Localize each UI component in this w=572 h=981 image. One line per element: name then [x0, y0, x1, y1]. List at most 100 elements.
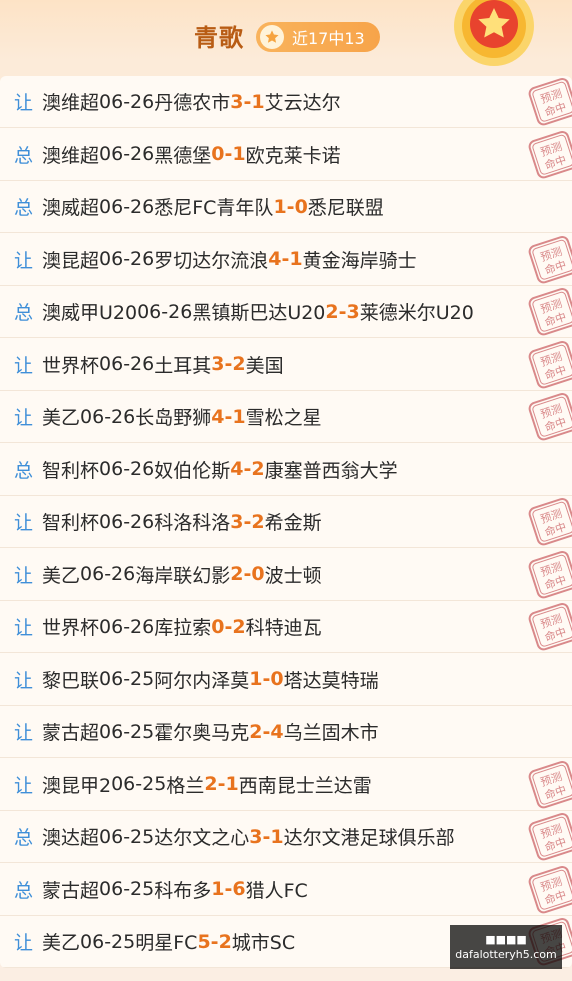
bet-type-tag: 让	[14, 249, 34, 272]
match-date: 06-25	[111, 773, 167, 795]
score-separator: -	[262, 720, 271, 743]
list-item[interactable]: 让澳昆超 06-26 罗切达尔流浪 4 - 1 黄金海岸骑士 预测 命中	[0, 234, 572, 286]
home-score: 3	[230, 510, 244, 533]
home-team: 科洛科洛	[154, 512, 231, 534]
away-score: 1	[289, 248, 303, 270]
watermark-url: dafalotteryh5.com	[455, 948, 557, 961]
away-score: 1	[225, 773, 239, 795]
badge-label: 近17中13	[292, 29, 365, 48]
watermark: ■■■■ dafalotteryh5.com	[450, 925, 562, 969]
home-team: 库拉索	[154, 617, 212, 639]
list-item[interactable]: 让世界杯 06-26 土耳其 3 - 2 美国 预测 命中	[0, 339, 572, 391]
bet-type-tag: 让	[14, 722, 34, 744]
list-item[interactable]: 总澳威甲U20 06-26 黑镇斯巴达U20 2 - 3 莱德米尔U20 预测 命中	[0, 286, 572, 338]
away-score: 2	[232, 353, 246, 375]
league-name: 澳昆甲2	[42, 774, 112, 797]
bet-type-tag: 让	[14, 617, 34, 639]
hit-stamp-icon: 预测命中	[528, 393, 572, 441]
away-score: 2	[218, 930, 232, 953]
league-name: 黎巴联	[42, 669, 100, 692]
score-separator: -	[262, 825, 271, 848]
bet-type-tag: 总	[14, 459, 34, 482]
list-item[interactable]: 让蒙古超 06-25 霍尔奥马克 2 - 4 乌兰固木市	[0, 706, 572, 758]
bet-type-tag: 让	[14, 564, 34, 587]
home-team: 长岛野狮	[135, 407, 212, 429]
match-date: 06-25	[99, 825, 155, 848]
page-title: 青歌	[194, 24, 244, 52]
league-name: 澳达超	[42, 827, 100, 849]
list-item[interactable]: 总澳威超 06-26 悉尼FC青年队 1 - 0 悉尼联盟	[0, 181, 572, 233]
match-date: 06-26	[99, 90, 155, 113]
list-item[interactable]: 总智利杯 06-26 奴伯伦斯 4 - 2 康塞普西翁大学	[0, 444, 572, 496]
score-separator: -	[210, 930, 219, 953]
match-date: 06-26	[99, 615, 155, 638]
hit-stamp-icon: 预测命中	[528, 550, 572, 598]
hit-stamp-icon: 预测命中	[528, 288, 572, 336]
league-name: 蒙古超	[42, 879, 100, 902]
away-team: 艾云达尔	[264, 92, 341, 114]
bet-type-tag: 让	[14, 512, 34, 534]
medal-icon	[454, 0, 534, 66]
list-item[interactable]: 让世界杯 06-26 库拉索 0 - 2 科特迪瓦 预测 命中	[0, 601, 572, 653]
league-name: 美乙	[42, 564, 81, 587]
score-separator: -	[286, 195, 295, 218]
away-score: 1	[251, 90, 265, 113]
score-separator: -	[338, 300, 347, 323]
bet-type-tag: 总	[14, 144, 34, 167]
league-name: 澳维超	[42, 144, 100, 167]
match-date: 06-26	[99, 195, 155, 218]
home-team: 罗切达尔流浪	[154, 249, 269, 272]
score-separator: -	[243, 510, 252, 533]
league-name: 世界杯	[42, 354, 100, 377]
away-team: 西南昆士兰达雷	[238, 774, 372, 797]
league-name: 美乙	[42, 932, 81, 954]
away-score: 1	[270, 825, 284, 848]
away-team: 欧克莱卡诺	[245, 144, 341, 167]
score-separator: -	[224, 143, 233, 165]
home-team: 霍尔奥马克	[154, 722, 250, 744]
away-score: 1	[232, 405, 246, 428]
page-header: 青歌 近17中13	[0, 0, 572, 76]
list-item[interactable]: 让智利杯 06-26 科洛科洛 3 - 2 希金斯 预测 命中	[0, 496, 572, 548]
list-item[interactable]: 总澳维超 06-26 黑德堡 0 - 1 欧克莱卡诺 预测 命中	[0, 129, 572, 181]
home-score: 2	[249, 720, 263, 743]
away-team: 希金斯	[264, 512, 322, 534]
list-item[interactable]: 让黎巴联 06-25 阿尔内泽莫 1 - 0 塔达莫特瑞	[0, 654, 572, 706]
score-separator: -	[281, 248, 290, 270]
hit-stamp-icon: 预测命中	[528, 498, 572, 546]
score-separator: -	[217, 773, 226, 795]
away-score: 0	[294, 195, 308, 218]
list-item[interactable]: 让澳昆甲2 06-25 格兰 2 - 1 西南昆士兰达雷 预测 命中	[0, 759, 572, 811]
home-score: 2	[230, 563, 244, 585]
bet-type-tag: 让	[14, 932, 34, 954]
score-separator: -	[243, 563, 252, 585]
match-date: 06-25	[99, 878, 155, 900]
home-score: 5	[197, 930, 211, 953]
list-item[interactable]: 让澳维超 06-26 丹德农市 3 - 1 艾云达尔 预测 命中	[0, 76, 572, 128]
away-team: 猎人FC	[245, 879, 308, 902]
hit-stamp-icon: 预测命中	[528, 813, 572, 861]
watermark-line1: ■■■■	[485, 933, 527, 946]
home-team: 明星FC	[135, 932, 198, 954]
league-name: 澳昆超	[42, 249, 100, 272]
list-item[interactable]: 总澳达超 06-25 达尔文之心 3 - 1 达尔文港足球俱乐部 预测 命中	[0, 811, 572, 863]
home-score: 3	[211, 353, 225, 375]
match-date: 06-26	[137, 300, 193, 323]
score-separator: -	[224, 878, 233, 900]
bet-type-tag: 让	[14, 354, 34, 377]
score-separator: -	[224, 615, 233, 638]
list-item[interactable]: 让美乙 06-26 海岸联幻影 2 - 0 波士顿 预测 命中	[0, 549, 572, 601]
score-separator: -	[224, 405, 233, 428]
match-date: 06-26	[99, 248, 155, 270]
home-team: 海岸联幻影	[135, 564, 231, 587]
league-name: 澳威超	[42, 197, 100, 219]
away-team: 科特迪瓦	[245, 617, 322, 639]
score-separator: -	[243, 90, 252, 113]
away-score: 2	[251, 510, 265, 533]
bet-type-tag: 让	[14, 774, 34, 797]
list-item[interactable]: 总蒙古超 06-25 科布多 1 - 6 猎人FC 预测 命中	[0, 864, 572, 916]
score-separator: -	[262, 668, 271, 690]
away-score: 0	[270, 668, 284, 690]
list-item[interactable]: 让美乙 06-26 长岛野狮 4 - 1 雪松之星 预测 命中	[0, 391, 572, 443]
home-score: 1	[273, 195, 287, 218]
